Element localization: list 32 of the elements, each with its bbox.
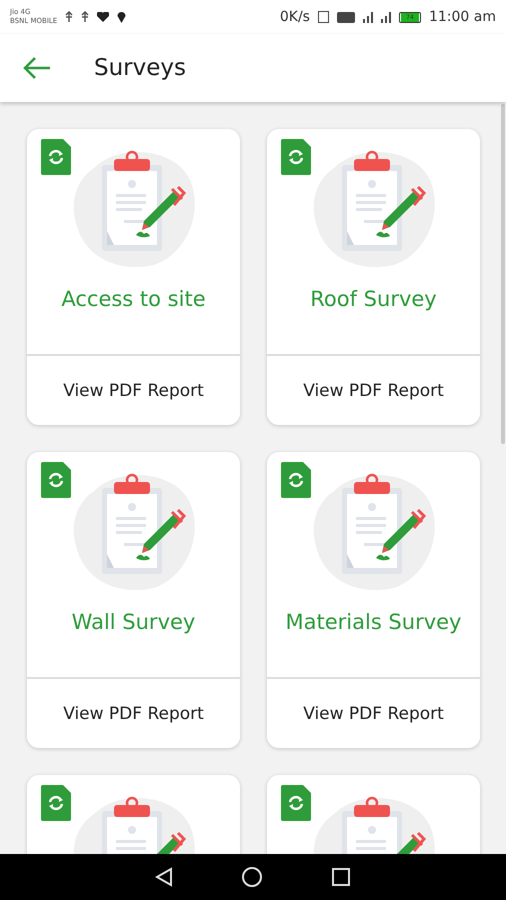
sync-file-icon	[281, 139, 311, 175]
vibrate-icon	[318, 11, 329, 23]
heart-icon	[97, 12, 110, 22]
survey-card[interactable]: Access to site View PDF Report	[27, 129, 240, 425]
survey-title: Access to site	[61, 287, 206, 311]
view-pdf-report-button[interactable]: View PDF Report	[27, 679, 240, 748]
survey-title: Materials Survey	[286, 610, 462, 634]
sync-file-icon	[281, 785, 311, 821]
view-pdf-report-button[interactable]: View PDF Report	[267, 356, 480, 425]
survey-card[interactable]: Wall Survey View PDF Report	[27, 452, 240, 748]
sync-file-icon	[281, 462, 311, 498]
sync-file-icon	[41, 785, 71, 821]
survey-card[interactable]: Roof Survey View PDF Report	[267, 129, 480, 425]
home-nav-button[interactable]	[241, 866, 263, 888]
view-pdf-report-button[interactable]: View PDF Report	[267, 679, 480, 748]
back-button[interactable]	[22, 56, 52, 80]
survey-card[interactable]: Materials Survey View PDF Report	[267, 452, 480, 748]
sync-file-icon	[41, 462, 71, 498]
view-pdf-report-button[interactable]: View PDF Report	[27, 356, 240, 425]
recents-nav-button[interactable]	[331, 867, 351, 887]
survey-title: Wall Survey	[72, 610, 196, 634]
location-icon	[117, 11, 126, 23]
usb-icon	[65, 11, 74, 23]
back-nav-button[interactable]	[155, 867, 173, 887]
survey-title: Roof Survey	[310, 287, 437, 311]
network-speed: 0K/s	[280, 9, 310, 25]
clock: 11:00 am	[428, 9, 496, 25]
sync-file-icon	[41, 139, 71, 175]
signal-icon	[362, 12, 373, 22]
usb-icon	[81, 11, 90, 23]
signal-icon	[380, 12, 391, 22]
screen-title: Surveys	[94, 55, 186, 81]
